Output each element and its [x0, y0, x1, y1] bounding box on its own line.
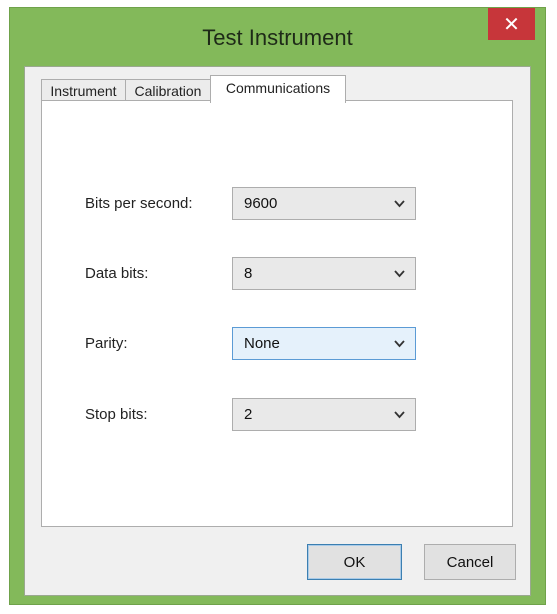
- parity-select[interactable]: None: [232, 327, 416, 360]
- chevron-down-icon: [394, 340, 405, 348]
- bits-per-second-label: Bits per second:: [85, 195, 193, 212]
- data-bits-label: Data bits:: [85, 265, 149, 282]
- window-title: Test Instrument: [202, 25, 353, 50]
- ok-button[interactable]: OK: [307, 544, 402, 580]
- dialog-window: Test Instrument ✕ Instrument Calibration…: [9, 7, 546, 605]
- stop-bits-label: Stop bits:: [85, 406, 148, 423]
- tab-communications[interactable]: Communications: [210, 75, 346, 103]
- dialog-client-area: Instrument Calibration Communications Bi…: [24, 66, 531, 596]
- communications-panel: Bits per second: 9600 Data bits: 8 Parit…: [41, 100, 513, 527]
- parity-value: None: [244, 335, 280, 352]
- title-bar[interactable]: Test Instrument ✕: [10, 8, 545, 66]
- tab-calibration[interactable]: Calibration: [125, 79, 211, 101]
- close-icon: ✕: [503, 12, 520, 36]
- chevron-down-icon: [394, 270, 405, 278]
- data-bits-select[interactable]: 8: [232, 257, 416, 290]
- chevron-down-icon: [394, 200, 405, 208]
- data-bits-value: 8: [244, 265, 253, 282]
- cancel-button[interactable]: Cancel: [424, 544, 516, 580]
- close-button[interactable]: ✕: [488, 8, 535, 40]
- tab-instrument[interactable]: Instrument: [41, 79, 126, 101]
- tab-label: Calibration: [134, 82, 202, 99]
- tab-label: Instrument: [50, 82, 117, 99]
- stop-bits-value: 2: [244, 406, 253, 423]
- bits-per-second-select[interactable]: 9600: [232, 187, 416, 220]
- stop-bits-select[interactable]: 2: [232, 398, 416, 431]
- bits-per-second-value: 9600: [244, 195, 278, 212]
- chevron-down-icon: [394, 411, 405, 419]
- parity-label: Parity:: [85, 335, 128, 352]
- tab-label: Communications: [225, 79, 331, 96]
